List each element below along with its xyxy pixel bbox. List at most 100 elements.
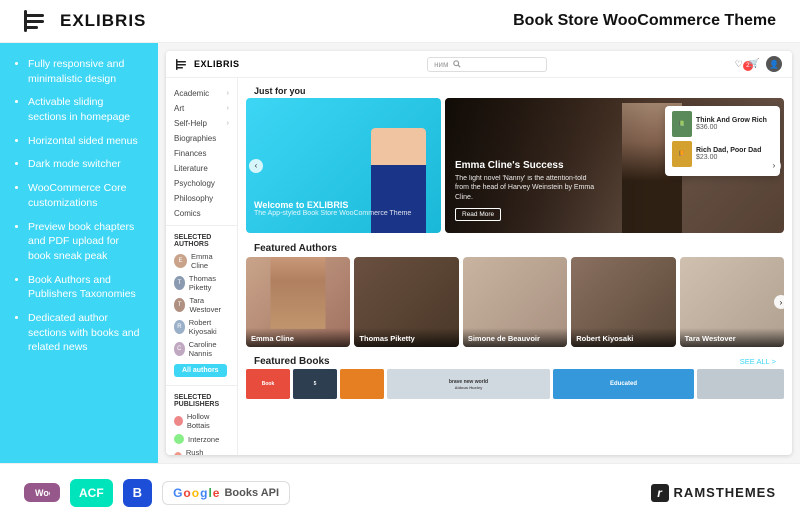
search-box: ним — [427, 57, 547, 72]
featured-authors-title: Featured Authors — [246, 239, 784, 257]
author-avatar: R — [174, 320, 185, 334]
read-more-button[interactable]: Read More — [455, 208, 501, 221]
cart-book-thumb: 📙 — [672, 141, 692, 167]
feature-item: Activable sliding sections in homepage — [28, 95, 144, 124]
author-item-emma: E Emma Cline — [166, 250, 237, 272]
woocommerce-badge: Woo — [24, 483, 60, 502]
footer-right: r RAMSTHEMES — [651, 484, 776, 502]
chevron-right-icon: › — [227, 120, 229, 127]
feature-item: Fully responsive and minimalistic design — [28, 57, 144, 86]
all-authors-button[interactable]: All authors — [174, 364, 227, 377]
rams-text: RAMSTHEMES — [674, 485, 776, 500]
author-item-robert: R Robert Kiyosaki — [166, 316, 237, 338]
browser-topbar: EXLIBRIS ним ♡ 🛒 2 — [166, 51, 792, 78]
hero-right-desc: The light novel 'Nanny' is the attention… — [455, 174, 595, 203]
pub-color-dot — [174, 452, 182, 455]
svg-text:Woo: Woo — [35, 488, 50, 498]
browser-icons: ♡ 🛒 2 👤 — [735, 56, 782, 72]
author-card-name: Tara Westover — [685, 334, 779, 343]
books-row: Book 5 brave new world Aldous Huxley — [246, 369, 784, 399]
nav-item-psychology[interactable]: Psychology — [166, 176, 237, 191]
authors-next-button[interactable]: › — [774, 295, 788, 309]
google-books-api-text: Books API — [224, 487, 279, 499]
author-card-name: Emma Cline — [251, 334, 345, 343]
authors-grid: ‹ Emma Cline Th — [246, 257, 784, 347]
cart-book-price: $23.00 — [696, 154, 761, 161]
featured-books-section: Featured Books SEE ALL > Book 5 — [238, 351, 792, 403]
nav-item-finances[interactable]: Finances — [166, 146, 237, 161]
hero-left-arrow[interactable]: ‹ — [249, 159, 263, 173]
hero-girl-figure — [371, 128, 426, 233]
header-logo-text: EXLIBRIS — [60, 11, 146, 31]
hero-left-text: Welcome to EXLIBRIS The App-styled Book … — [254, 200, 411, 217]
see-all-link[interactable]: SEE ALL > — [740, 357, 776, 366]
nav-divider — [166, 225, 237, 226]
google-books-api-badge: Google Books API — [162, 481, 290, 505]
nav-item-philosophy[interactable]: Philosophy — [166, 191, 237, 206]
author-item-tara: T Tara Westover — [166, 294, 237, 316]
selected-authors-label: SELECTED AUTHORS — [166, 230, 237, 250]
feature-item: Dark mode switcher — [28, 157, 144, 172]
google-e-letter: e — [213, 486, 220, 500]
hero-section: Welcome to EXLIBRIS The App-styled Book … — [246, 98, 784, 233]
featured-books-title: Featured Books — [254, 356, 330, 367]
acf-label: ACF — [79, 486, 104, 500]
nav-item-academic[interactable]: Academic › — [166, 86, 237, 101]
cart-book-info: Think And Grow Rich $36.00 — [696, 117, 767, 131]
feature-item: Preview book chapters and PDF upload for… — [28, 220, 144, 264]
browser-main: Just for you Welcome to EXLIBRIS — [238, 78, 792, 455]
browser-nav: Academic › Art › Self-Help › Biographies… — [166, 78, 238, 455]
search-icon — [453, 60, 461, 68]
hero-title: Welcome to EXLIBRIS — [254, 200, 411, 210]
b-label: B — [133, 485, 142, 500]
nav-item-biographies[interactable]: Biographies — [166, 131, 237, 146]
nav-item-art[interactable]: Art › — [166, 101, 237, 116]
hero-right-arrow[interactable]: › — [767, 159, 781, 173]
author-card-name: Simone de Beauvoir — [468, 334, 562, 343]
feature-item: Book Authors and Publishers Taxonomies — [28, 273, 144, 302]
rams-r-icon: r — [651, 484, 669, 502]
feature-item: Horizontal sided menus — [28, 134, 144, 149]
cart-book-info: Rich Dad, Poor Dad $23.00 — [696, 147, 761, 161]
chevron-right-icon: › — [227, 90, 229, 97]
hero-left-panel: Welcome to EXLIBRIS The App-styled Book … — [246, 98, 441, 233]
author-overlay: Simone de Beauvoir — [463, 328, 567, 347]
google-o1-letter: o — [183, 486, 190, 500]
book-thumb-2: 5 — [293, 369, 337, 399]
publisher-item-hollow: Hollow Bottais — [166, 410, 237, 432]
browser-logo-icon — [176, 59, 190, 70]
feature-item: WooCommerce Core customizations — [28, 181, 144, 210]
book-thumb-educated: Educated — [553, 369, 694, 399]
acf-badge: ACF — [70, 479, 113, 507]
author-card-emma: Emma Cline — [246, 257, 350, 347]
cart-book-price: $36.00 — [696, 124, 767, 131]
woo-icon: Woo — [34, 487, 50, 498]
book-thumb-3 — [340, 369, 384, 399]
nav-item-literature[interactable]: Literature — [166, 161, 237, 176]
featured-authors-section: Featured Authors ‹ Emma Cline — [238, 237, 792, 351]
book-thumb-brave-new-world: brave new world Aldous Huxley — [387, 369, 550, 399]
header-title: Book Store WooCommerce Theme — [513, 12, 776, 30]
pub-color-dot — [174, 434, 184, 444]
publisher-item-interzone: Interzone — [166, 432, 237, 446]
content-area: EXLIBRIS ним ♡ 🛒 2 — [158, 43, 800, 463]
author-item-caroline: C Caroline Nannis — [166, 338, 237, 360]
author-avatar: T — [174, 298, 185, 312]
pub-color-dot — [174, 416, 183, 426]
header-logo: EXLIBRIS — [24, 10, 146, 32]
main-wrapper: Fully responsive and minimalistic design… — [0, 43, 800, 463]
nav-item-selfhelp[interactable]: Self-Help › — [166, 116, 237, 131]
author-avatar: T — [174, 276, 185, 290]
book-thumb-6 — [697, 369, 784, 399]
author-card-name: Thomas Piketty — [359, 334, 453, 343]
browser-body: Academic › Art › Self-Help › Biographies… — [166, 78, 792, 455]
author-card-simone: Simone de Beauvoir — [463, 257, 567, 347]
author-card-name: Robert Kiyosaki — [576, 334, 670, 343]
cart-popup: 📗 Think And Grow Rich $36.00 📙 — [665, 106, 780, 176]
cart-item-1: 📗 Think And Grow Rich $36.00 — [672, 111, 773, 137]
nav-item-comics[interactable]: Comics — [166, 206, 237, 221]
author-item-thomas: T Thomas Piketty — [166, 272, 237, 294]
feature-item: Dedicated author sections with books and… — [28, 311, 144, 355]
author-avatar: C — [174, 342, 185, 356]
hero-right-title: Emma Cline's Success — [455, 160, 595, 171]
